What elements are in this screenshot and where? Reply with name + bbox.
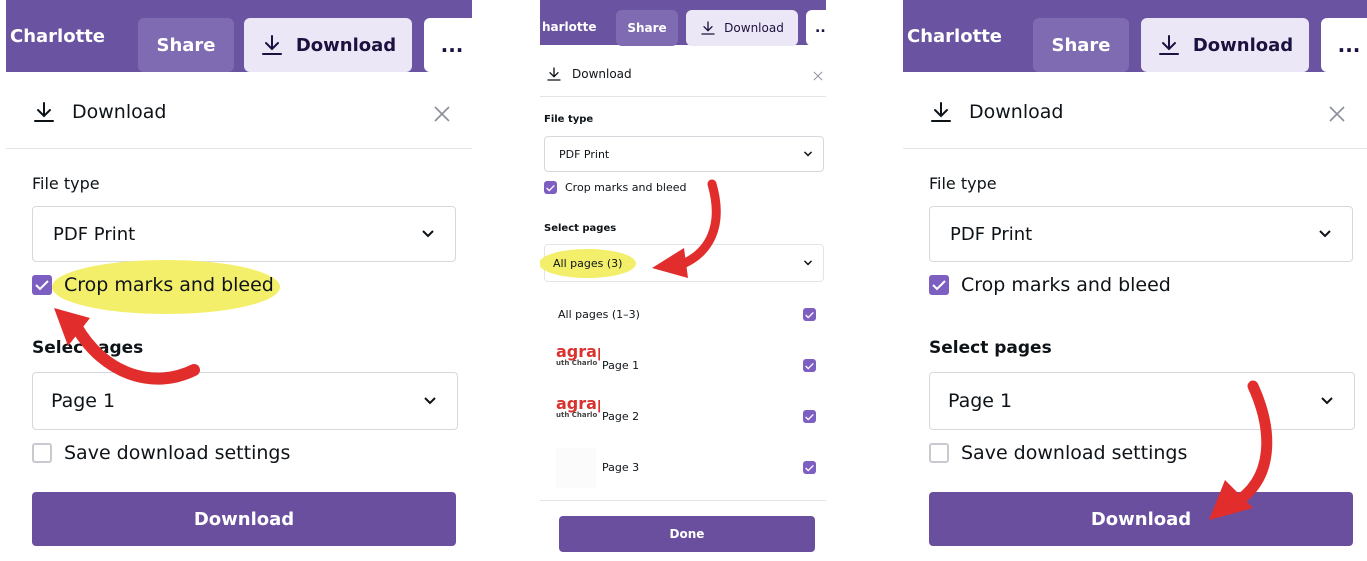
chevron-down-icon bbox=[1319, 230, 1331, 238]
chevron-down-icon bbox=[422, 230, 434, 238]
checkbox-box bbox=[929, 443, 949, 463]
save-settings-checkbox[interactable]: Save download settings bbox=[32, 442, 290, 464]
list-item-page-2[interactable]: Page 2 bbox=[602, 410, 816, 423]
select-pages-label: Select pages bbox=[544, 223, 617, 234]
file-type-label: File type bbox=[32, 174, 100, 193]
project-name: harlotte bbox=[542, 20, 597, 34]
download-icon bbox=[701, 21, 715, 35]
more-button[interactable]: ... bbox=[1321, 18, 1367, 72]
more-icon: ... bbox=[440, 33, 464, 57]
page-thumbnail-1: agrapl uth Charlo bbox=[556, 344, 600, 367]
download-button[interactable]: Download bbox=[32, 492, 456, 546]
editor-topbar: Charlotte Share Download ... bbox=[903, 0, 1367, 72]
check-icon[interactable] bbox=[803, 410, 816, 423]
close-icon[interactable] bbox=[812, 70, 824, 82]
panel-step-2: harlotte Share Download ... Download Fil… bbox=[540, 0, 826, 561]
chevron-down-icon bbox=[1321, 397, 1333, 405]
list-item-all-pages[interactable]: All pages (1–3) bbox=[558, 308, 816, 321]
file-type-select[interactable]: PDF Print bbox=[32, 206, 456, 262]
more-button[interactable]: ... bbox=[806, 10, 826, 46]
panel-title: Download bbox=[72, 101, 167, 123]
pages-select-highlight: All pages (3) bbox=[540, 248, 637, 278]
share-button[interactable]: Share bbox=[138, 18, 234, 72]
download-button-top[interactable]: Download bbox=[686, 10, 798, 46]
download-panel-header: Download bbox=[546, 66, 632, 82]
select-pages-label: Select pages bbox=[929, 338, 1052, 358]
header-divider bbox=[540, 96, 826, 97]
checkbox-box bbox=[32, 443, 52, 463]
download-icon bbox=[931, 102, 951, 122]
page-thumbnail-3 bbox=[556, 448, 596, 488]
editor-topbar: harlotte Share Download ... bbox=[540, 0, 826, 46]
check-icon[interactable] bbox=[803, 461, 816, 474]
pages-dropdown: All pages (1–3) agrapl uth Charlo Page 1… bbox=[540, 284, 826, 502]
share-button[interactable]: Share bbox=[616, 10, 678, 46]
project-name: Charlotte bbox=[907, 26, 1003, 47]
list-item-page-3[interactable]: Page 3 bbox=[602, 461, 816, 474]
file-type-select[interactable]: PDF Print bbox=[929, 206, 1353, 262]
check-icon[interactable] bbox=[803, 308, 816, 321]
download-icon bbox=[261, 35, 282, 55]
close-icon[interactable] bbox=[432, 104, 452, 124]
list-item-page-1[interactable]: Page 1 bbox=[602, 359, 816, 372]
more-icon: ... bbox=[815, 20, 826, 36]
check-icon bbox=[929, 275, 949, 295]
done-button[interactable]: Done bbox=[559, 516, 815, 552]
more-button[interactable]: ... bbox=[424, 18, 472, 72]
download-panel-header: Download bbox=[32, 100, 166, 124]
check-icon bbox=[544, 181, 557, 194]
download-icon bbox=[547, 67, 561, 81]
dropdown-divider bbox=[540, 500, 826, 501]
crop-marks-checkbox[interactable]: Crop marks and bleed bbox=[32, 274, 274, 296]
panel-step-1: Charlotte Share Download ... Download Fi… bbox=[6, 0, 472, 561]
arrow-annotation bbox=[54, 308, 200, 385]
arrow-annotation bbox=[1209, 380, 1273, 520]
share-button[interactable]: Share bbox=[1033, 18, 1129, 72]
download-icon bbox=[34, 102, 54, 122]
file-type-select[interactable]: PDF Print bbox=[544, 136, 824, 172]
download-button-top[interactable]: Download bbox=[244, 18, 412, 72]
save-settings-checkbox[interactable]: Save download settings bbox=[929, 442, 1187, 464]
project-name: Charlotte bbox=[10, 26, 106, 47]
crop-marks-checkbox[interactable]: Crop marks and bleed bbox=[929, 274, 1171, 296]
download-button-top[interactable]: Download bbox=[1141, 18, 1309, 72]
header-divider bbox=[6, 148, 472, 149]
file-type-label: File type bbox=[929, 174, 997, 193]
close-icon[interactable] bbox=[1327, 104, 1347, 124]
arrow-annotation bbox=[652, 179, 721, 278]
download-icon bbox=[1158, 35, 1179, 55]
page-thumbnail-2: agrapl uth Charlo bbox=[556, 396, 600, 419]
check-icon[interactable] bbox=[803, 359, 816, 372]
chevron-down-icon bbox=[424, 397, 436, 405]
header-divider bbox=[903, 148, 1367, 149]
editor-topbar: Charlotte Share Download ... bbox=[6, 0, 472, 72]
panel-step-3: Charlotte Share Download ... Download Fi… bbox=[903, 0, 1367, 561]
chevron-down-icon bbox=[803, 151, 813, 157]
file-type-label: File type bbox=[544, 114, 594, 125]
more-icon: ... bbox=[1337, 33, 1361, 57]
download-panel-header: Download bbox=[929, 100, 1063, 124]
check-icon bbox=[32, 275, 52, 295]
chevron-down-icon bbox=[803, 260, 813, 266]
